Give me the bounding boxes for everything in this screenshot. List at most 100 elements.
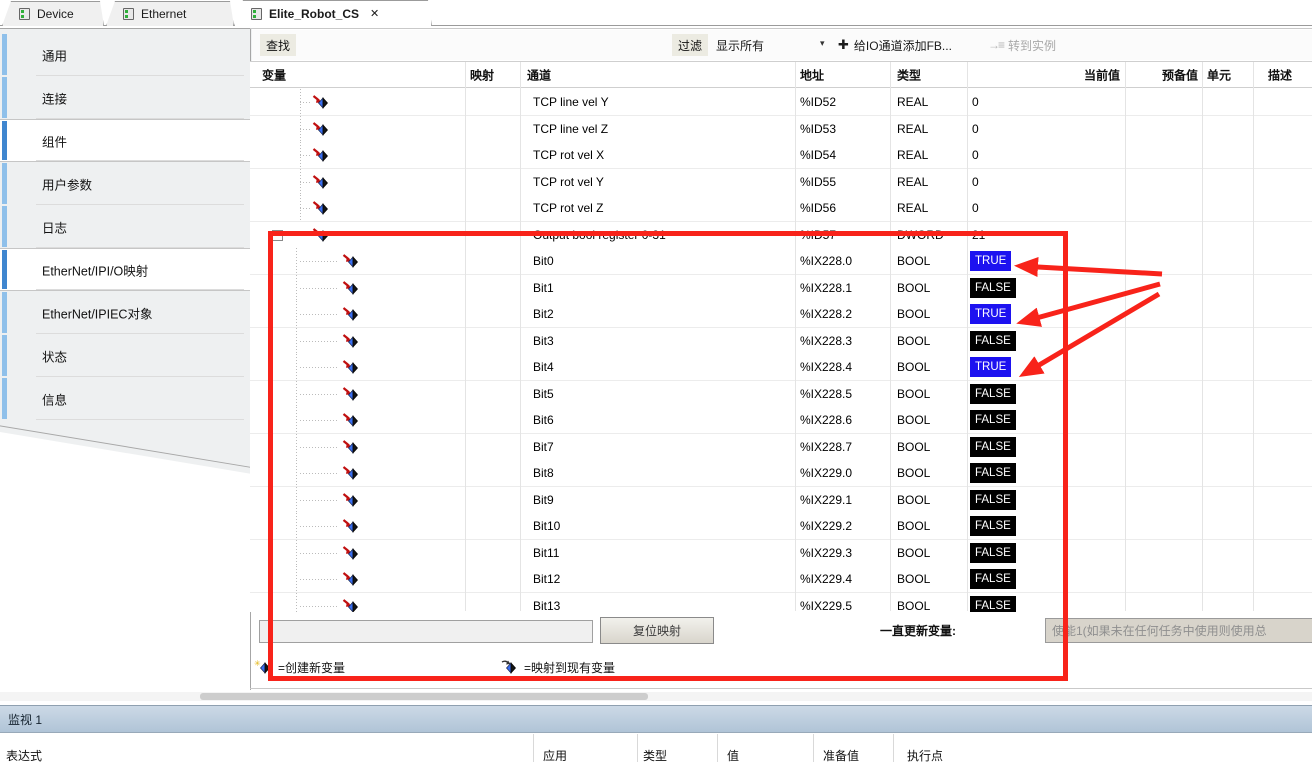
scrollbar-thumb[interactable]	[200, 693, 648, 700]
variable-mapping-icon	[342, 439, 360, 455]
document-tab-bar: Device Ethernet Elite_Robot_CS ✕	[0, 0, 1312, 26]
tree-line	[300, 102, 310, 103]
document-tab-device[interactable]: Device	[2, 1, 104, 26]
sidebar-item-5[interactable]: EtherNet/IPI/O映射	[0, 248, 250, 291]
current-value-badge[interactable]: TRUE	[970, 304, 1011, 324]
sidebar-item-4[interactable]: 日志	[0, 205, 250, 248]
sidebar-item-0[interactable]: 通用	[0, 33, 250, 76]
sidebar-item-accent	[2, 34, 7, 75]
tree-line	[296, 460, 297, 487]
channel-cell: Bit6	[533, 413, 554, 427]
sidebar-item-accent	[2, 378, 7, 419]
sidebar-item-label: 连接	[42, 88, 67, 107]
address-cell: %IX229.1	[800, 493, 852, 507]
current-value-badge[interactable]: FALSE	[970, 569, 1016, 589]
channel-cell: Bit7	[533, 440, 554, 454]
horizontal-scrollbar[interactable]	[0, 692, 1312, 701]
current-value-cell: 0	[972, 175, 979, 189]
io-row-TCP rot vel X[interactable]: TCP rot vel X%ID54REAL0	[250, 142, 1312, 169]
current-value-badge[interactable]: FALSE	[970, 516, 1016, 536]
chevron-down-icon[interactable]: ▾	[820, 38, 825, 49]
current-value-badge[interactable]: FALSE	[970, 384, 1016, 404]
watch-column-divider	[813, 734, 814, 762]
io-row-Bit2[interactable]: Bit2%IX228.2BOOLTRUE	[250, 301, 1312, 328]
expand-collapse-box[interactable]: −	[272, 230, 283, 241]
current-value-badge[interactable]: FALSE	[970, 278, 1016, 298]
io-row-Output bool register 0-31[interactable]: − Output bool register 0-31%ID57DWORD21	[250, 222, 1312, 249]
legend-map-existing-variable-label: =映射到现有变量	[524, 659, 615, 676]
current-value-badge[interactable]: FALSE	[970, 410, 1016, 430]
io-table-rows: TCP line vel Y%ID52REAL0 TCP line vel Z%…	[250, 89, 1312, 612]
io-row-Bit8[interactable]: Bit8%IX229.0BOOLFALSE	[250, 460, 1312, 487]
add-fb-to-io-channel-button[interactable]: ✚ 给IO通道添加FB...	[838, 34, 952, 56]
io-row-Bit12[interactable]: Bit12%IX229.4BOOLFALSE	[250, 566, 1312, 593]
mapping-filter-input[interactable]	[259, 620, 593, 643]
close-icon[interactable]: ✕	[370, 7, 379, 20]
type-cell: BOOL	[897, 546, 930, 560]
current-value-cell: 0	[972, 95, 979, 109]
add-fb-label: 给IO通道添加FB...	[854, 37, 952, 54]
sidebar-item-7[interactable]: 状态	[0, 334, 250, 377]
io-row-Bit0[interactable]: Bit0%IX228.0BOOLTRUE	[250, 248, 1312, 275]
sidebar-item-label: 信息	[42, 389, 67, 408]
io-row-Bit6[interactable]: Bit6%IX228.6BOOLFALSE	[250, 407, 1312, 434]
tree-line	[296, 301, 297, 328]
current-value-badge[interactable]: FALSE	[970, 463, 1016, 483]
watch-column-divider	[533, 734, 534, 762]
tree-line	[300, 447, 338, 448]
channel-cell: TCP rot vel X	[533, 148, 604, 162]
document-tab-ethernet[interactable]: Ethernet	[106, 1, 234, 26]
io-row-Bit11[interactable]: Bit11%IX229.3BOOLFALSE	[250, 540, 1312, 567]
io-row-TCP rot vel Y[interactable]: TCP rot vel Y%ID55REAL0	[250, 169, 1312, 196]
always-update-combo[interactable]: 使能1(如果未在任何任务中使用则使用总	[1045, 618, 1312, 643]
io-row-Bit9[interactable]: Bit9%IX229.1BOOLFALSE	[250, 487, 1312, 514]
sidebar-item-3[interactable]: 用户参数	[0, 162, 250, 205]
channel-cell: Bit10	[533, 519, 560, 533]
io-row-Bit7[interactable]: Bit7%IX228.7BOOLFALSE	[250, 434, 1312, 461]
reset-mapping-button[interactable]: 复位映射	[600, 617, 714, 644]
document-tab-elite_robot_cs[interactable]: Elite_Robot_CS ✕	[234, 0, 432, 26]
address-cell: %ID53	[800, 122, 836, 136]
type-cell: BOOL	[897, 360, 930, 374]
watch-panel-titlebar[interactable]: 监视 1	[0, 705, 1312, 733]
current-value-badge[interactable]: FALSE	[970, 437, 1016, 457]
current-value-badge[interactable]: FALSE	[970, 543, 1016, 563]
tree-line	[296, 566, 297, 593]
tree-line	[296, 487, 297, 514]
current-value-badge[interactable]: TRUE	[970, 251, 1011, 271]
sidebar-item-8[interactable]: 信息	[0, 377, 250, 420]
filter-dropdown[interactable]: 显示所有	[716, 34, 764, 56]
io-row-Bit1[interactable]: Bit1%IX228.1BOOLFALSE	[250, 275, 1312, 302]
type-cell: REAL	[897, 175, 928, 189]
current-value-badge[interactable]: TRUE	[970, 357, 1011, 377]
io-row-Bit3[interactable]: Bit3%IX228.3BOOLFALSE	[250, 328, 1312, 355]
tree-line	[300, 553, 338, 554]
current-value-badge[interactable]: FALSE	[970, 490, 1016, 510]
sidebar-item-6[interactable]: EtherNet/IPIEC对象	[0, 291, 250, 334]
io-row-Bit10[interactable]: Bit10%IX229.2BOOLFALSE	[250, 513, 1312, 540]
watch-column-header-4: 准备值	[823, 747, 859, 762]
io-row-TCP line vel Y[interactable]: TCP line vel Y%ID52REAL0	[250, 89, 1312, 116]
tree-line	[296, 248, 297, 275]
address-cell: %IX228.3	[800, 334, 852, 348]
sidebar-item-2[interactable]: 组件	[0, 119, 250, 162]
io-row-Bit13[interactable]: Bit13%IX229.5BOOLFALSE	[250, 593, 1312, 613]
address-cell: %IX229.2	[800, 519, 852, 533]
io-row-Bit4[interactable]: Bit4%IX228.4BOOLTRUE	[250, 354, 1312, 381]
map-to-existing-variable-icon	[500, 659, 518, 675]
io-row-TCP line vel Z[interactable]: TCP line vel Z%ID53REAL0	[250, 116, 1312, 143]
address-cell: %IX229.4	[800, 572, 852, 586]
channel-cell: Bit1	[533, 281, 554, 295]
column-divider	[1125, 62, 1126, 611]
current-value-badge[interactable]: FALSE	[970, 331, 1016, 351]
channel-cell: Bit2	[533, 307, 554, 321]
current-value-badge[interactable]: FALSE	[970, 596, 1016, 613]
divider	[36, 160, 244, 161]
sidebar-item-1[interactable]: 连接	[0, 76, 250, 119]
address-cell: %ID56	[800, 201, 836, 215]
io-row-TCP rot vel Z[interactable]: TCP rot vel Z%ID56REAL0	[250, 195, 1312, 222]
io-row-Bit5[interactable]: Bit5%IX228.5BOOLFALSE	[250, 381, 1312, 408]
goto-instance-button[interactable]: →≡ 转到实例	[988, 34, 1056, 56]
variable-mapping-icon	[342, 359, 360, 375]
current-value-cell: 21	[972, 228, 985, 242]
